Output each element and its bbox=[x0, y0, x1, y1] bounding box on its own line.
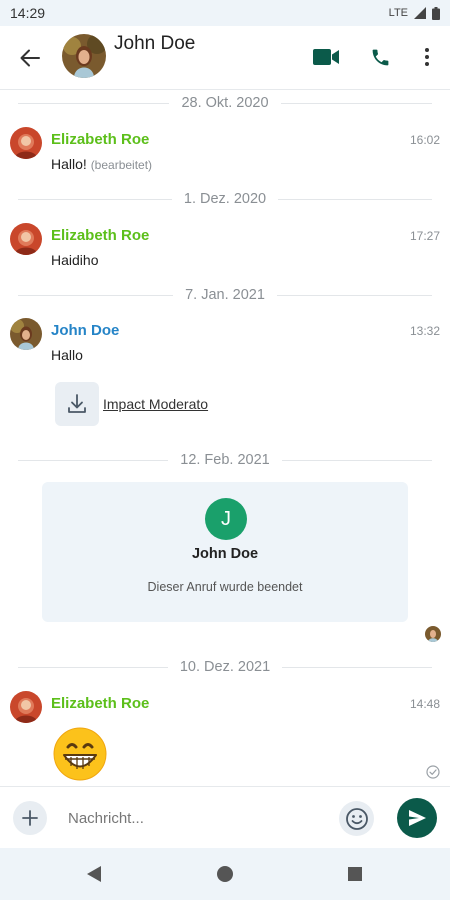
sender-name[interactable]: Elizabeth Roe bbox=[51, 131, 149, 148]
message-item[interactable]: Elizabeth Roe 16:02 Hallo! (bearbeitet) bbox=[0, 127, 450, 177]
grinning-face-emoji bbox=[52, 726, 108, 782]
video-camera-icon bbox=[313, 49, 339, 65]
message-list[interactable]: 28. Okt. 2020 Elizabeth Roe 16:02 Hallo!… bbox=[0, 90, 450, 786]
message-text: Haidiho bbox=[51, 252, 99, 268]
send-button[interactable] bbox=[397, 798, 437, 838]
sender-name[interactable]: Elizabeth Roe bbox=[51, 227, 149, 244]
emoji-picker-button[interactable] bbox=[339, 801, 374, 836]
smiley-icon bbox=[345, 807, 368, 830]
date-label: 10. Dez. 2021 bbox=[179, 659, 271, 675]
message-time: 13:32 bbox=[409, 324, 440, 338]
video-call-button[interactable] bbox=[311, 44, 341, 70]
date-separator: 1. Dez. 2020 bbox=[18, 189, 433, 209]
arrow-left-icon bbox=[20, 49, 40, 67]
download-icon bbox=[68, 394, 86, 413]
sender-name[interactable]: Elizabeth Roe bbox=[51, 695, 149, 712]
add-attachment-button[interactable] bbox=[13, 801, 47, 835]
date-label: 12. Feb. 2021 bbox=[180, 452, 270, 468]
message-text: Hallo! (bearbeitet) bbox=[51, 156, 153, 172]
date-separator: 10. Dez. 2021 bbox=[18, 657, 433, 677]
back-button[interactable] bbox=[17, 46, 43, 70]
sender-avatar[interactable] bbox=[10, 318, 42, 350]
message-time: 17:27 bbox=[409, 229, 440, 243]
voice-call-button[interactable] bbox=[367, 44, 393, 70]
send-icon bbox=[409, 810, 426, 826]
chat-header: John Doe bbox=[0, 26, 450, 90]
phone-icon bbox=[372, 49, 388, 65]
nav-recents-button[interactable] bbox=[345, 864, 365, 884]
date-label: 7. Jan. 2021 bbox=[185, 287, 265, 303]
call-summary-card[interactable]: J John Doe Dieser Anruf wurde beendet bbox=[42, 482, 408, 622]
read-receipt-avatar bbox=[425, 626, 441, 642]
status-icons: LTE bbox=[388, 6, 440, 20]
battery-icon bbox=[432, 6, 440, 20]
message-composer bbox=[0, 786, 450, 848]
network-type: LTE bbox=[388, 7, 408, 19]
sender-avatar[interactable] bbox=[10, 127, 42, 159]
sender-avatar[interactable] bbox=[10, 691, 42, 723]
contact-avatar[interactable] bbox=[62, 34, 106, 78]
plus-icon bbox=[22, 810, 38, 826]
date-separator: 28. Okt. 2020 bbox=[18, 93, 432, 113]
nav-back-icon bbox=[87, 866, 101, 882]
call-status-text: Dieser Anruf wurde beendet bbox=[147, 580, 303, 594]
nav-home-icon bbox=[217, 866, 233, 882]
sender-name[interactable]: John Doe bbox=[51, 322, 119, 339]
call-avatar: J bbox=[205, 498, 247, 540]
nav-recents-icon bbox=[348, 867, 362, 881]
nav-home-button[interactable] bbox=[215, 864, 235, 884]
call-participant-name: John Doe bbox=[191, 546, 259, 562]
date-label: 1. Dez. 2020 bbox=[183, 191, 267, 207]
nav-back-button[interactable] bbox=[84, 864, 104, 884]
date-label: 28. Okt. 2020 bbox=[181, 95, 269, 111]
file-attachment[interactable]: Impact Moderato bbox=[55, 382, 208, 426]
sender-avatar[interactable] bbox=[10, 223, 42, 255]
contact-name[interactable]: John Doe bbox=[114, 33, 195, 55]
message-item[interactable]: Elizabeth Roe 17:27 Haidiho bbox=[0, 223, 450, 273]
date-separator: 7. Jan. 2021 bbox=[18, 285, 433, 305]
download-button[interactable] bbox=[55, 382, 99, 426]
more-options-button[interactable] bbox=[417, 44, 437, 70]
status-time: 14:29 bbox=[10, 5, 46, 21]
message-time: 16:02 bbox=[409, 133, 440, 147]
message-time: 14:48 bbox=[409, 697, 440, 711]
message-input[interactable] bbox=[58, 801, 328, 835]
more-vert-icon bbox=[425, 48, 429, 66]
date-separator: 12. Feb. 2021 bbox=[18, 450, 432, 470]
edited-label: (bearbeitet) bbox=[90, 158, 153, 172]
status-bar: 14:29 LTE bbox=[0, 0, 450, 26]
message-item[interactable]: John Doe 13:32 Hallo bbox=[0, 318, 450, 368]
check-circle-icon bbox=[426, 765, 440, 779]
file-name-link[interactable]: Impact Moderato bbox=[103, 396, 208, 412]
signal-icon bbox=[414, 7, 426, 19]
message-text: Hallo bbox=[51, 347, 83, 363]
system-nav-bar bbox=[0, 848, 450, 900]
